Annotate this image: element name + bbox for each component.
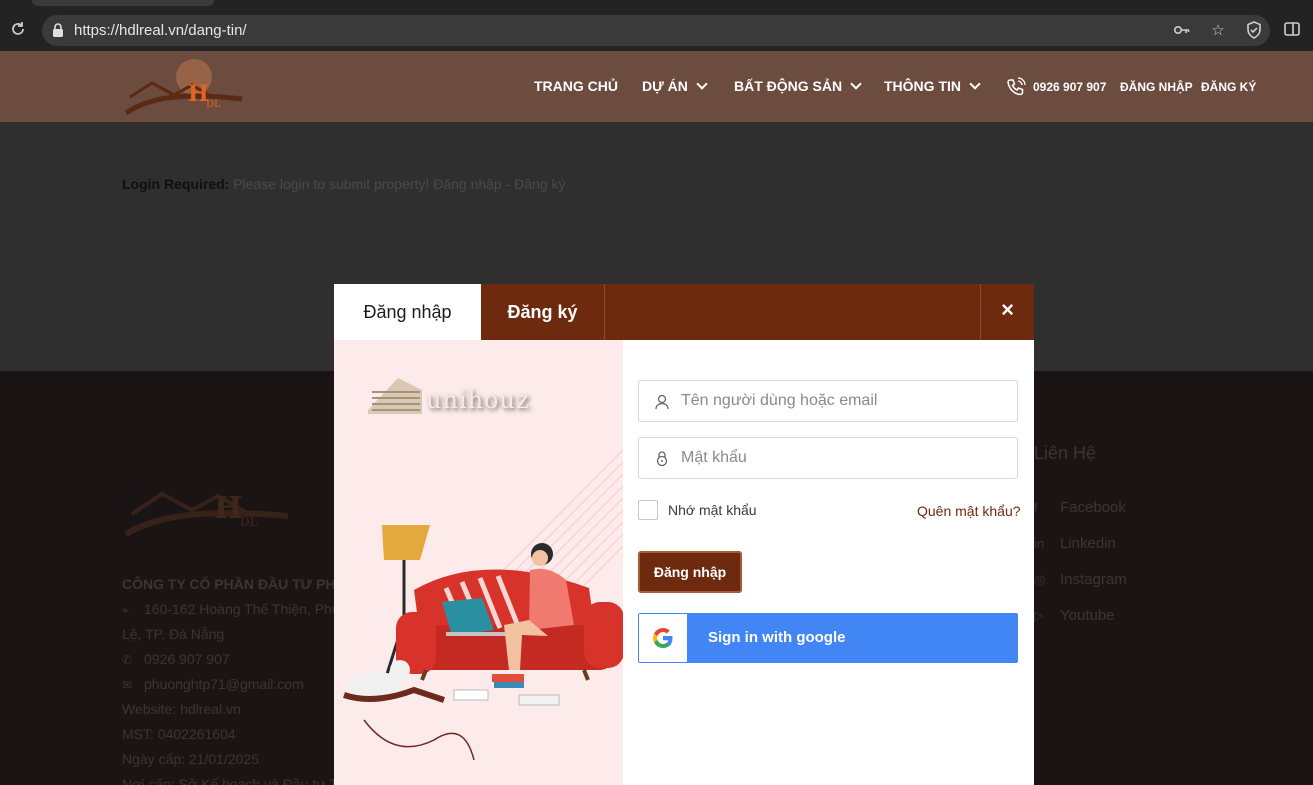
- side-panel-icon[interactable]: [1283, 20, 1303, 40]
- address-bar[interactable]: https://hdlreal.vn/dang-tin/ ☆: [42, 15, 1270, 46]
- svg-text:DL: DL: [240, 515, 258, 529]
- footer-link-facebook[interactable]: f Facebook: [1034, 499, 1126, 516]
- password-field[interactable]: [638, 437, 1018, 479]
- footer-company-name: CÔNG TY CỔ PHẦN ĐẦU TƯ PH: [122, 576, 336, 592]
- login-modal: Đăng nhập Đăng ký × unihouz Tên người dù…: [334, 284, 1034, 785]
- footer-link-youtube[interactable]: ▷ Youtube: [1034, 607, 1115, 624]
- close-button[interactable]: ×: [980, 284, 1034, 340]
- url-text[interactable]: https://hdlreal.vn/dang-tin/: [74, 22, 247, 39]
- footer-issuer: Nơi cấp: Sở Kế hoạch và Đầu tư T: [122, 776, 338, 785]
- nav-real-estate-label: BẤT ĐỘNG SẢN: [734, 78, 843, 94]
- location-pin-icon: ⌖: [122, 603, 129, 617]
- key-icon[interactable]: [1172, 21, 1192, 41]
- modal-illustration-panel: unihouz: [334, 340, 623, 785]
- footer-address: ⌖ 160-162 Hoàng Thế Thiện, Phư: [122, 601, 341, 618]
- illustration-image: [343, 449, 623, 761]
- youtube-label: Youtube: [1060, 607, 1115, 624]
- login-required-label: Login Required:: [122, 176, 230, 192]
- instagram-label: Instagram: [1060, 571, 1127, 588]
- login-required-text: Please login to submit property! Đăng nh…: [229, 176, 566, 192]
- svg-text:DL: DL: [206, 99, 221, 110]
- chevron-down-icon: [850, 78, 862, 90]
- facebook-icon: f: [1034, 500, 1038, 515]
- tab-login[interactable]: Đăng nhập: [334, 284, 481, 340]
- lock-icon: [656, 451, 668, 467]
- reload-icon[interactable]: [8, 20, 28, 40]
- remember-label: Nhớ mật khẩu: [668, 502, 757, 518]
- nav-phone[interactable]: 0926 907 907: [1033, 80, 1106, 94]
- site-logo[interactable]: H DL: [122, 55, 247, 117]
- username-field[interactable]: [638, 380, 1018, 422]
- user-icon: [655, 394, 669, 410]
- footer-link-linkedin[interactable]: in Linkedin: [1034, 535, 1116, 552]
- footer-email-address: phuonghtp71@gmail.com: [144, 676, 304, 692]
- footer-address-line-1: 160-162 Hoàng Thế Thiện, Phư: [144, 601, 342, 617]
- login-required-notice: Login Required: Please login to submit p…: [122, 176, 566, 192]
- phone-icon: [1007, 77, 1026, 96]
- youtube-icon: ▷: [1034, 608, 1044, 623]
- chevron-down-icon: [696, 78, 708, 90]
- footer-website: Website: hdlreal.vn: [122, 701, 241, 717]
- svg-text:H: H: [214, 491, 242, 526]
- chevron-down-icon: [969, 78, 981, 90]
- lock-icon[interactable]: [52, 23, 64, 38]
- forgot-password-link[interactable]: Quên mật khẩu?: [917, 503, 1021, 519]
- footer-phone: ✆ 0926 907 907: [122, 651, 230, 667]
- google-icon-box: [639, 614, 687, 662]
- nav-register[interactable]: ĐĂNG KÝ: [1201, 80, 1256, 94]
- footer-logo: H DL: [124, 491, 289, 537]
- nav-login[interactable]: ĐĂNG NHẬP: [1120, 80, 1193, 94]
- nav-projects[interactable]: DỰ ÁN: [642, 78, 708, 94]
- remember-checkbox[interactable]: [638, 500, 658, 520]
- shield-icon[interactable]: [1244, 21, 1264, 41]
- nav-info[interactable]: THÔNG TIN: [884, 78, 981, 94]
- login-button[interactable]: Đăng nhập: [638, 551, 742, 593]
- footer-contact-title: Liên Hệ: [1034, 443, 1097, 463]
- footer-issue-date: Ngày cấp: 21/01/2025: [122, 751, 259, 767]
- google-signin-label: Sign in with google: [708, 629, 846, 646]
- footer-tax-id: MST: 0402261604: [122, 726, 236, 742]
- close-icon: ×: [1001, 297, 1014, 322]
- mail-icon: ✉: [122, 678, 133, 692]
- footer-address-line-2: Lệ, TP. Đà Nẵng: [122, 626, 225, 642]
- linkedin-icon: in: [1034, 536, 1045, 551]
- browser-toolbar: https://hdlreal.vn/dang-tin/ ☆: [0, 0, 1313, 51]
- tab-register[interactable]: Đăng ký: [481, 284, 605, 340]
- password-input[interactable]: [681, 438, 1011, 478]
- footer-link-instagram[interactable]: ◎ Instagram: [1034, 571, 1127, 588]
- google-signin-button[interactable]: Sign in with google: [638, 613, 1018, 663]
- nav-projects-label: DỰ ÁN: [642, 78, 688, 94]
- linkedin-label: Linkedin: [1060, 535, 1116, 552]
- remember-me[interactable]: Nhớ mật khẩu: [638, 500, 757, 520]
- footer-phone-number: 0926 907 907: [144, 651, 230, 667]
- footer-email: ✉ phuonghtp71@gmail.com: [122, 676, 304, 692]
- phone-icon: ✆: [122, 653, 133, 667]
- nav-real-estate[interactable]: BẤT ĐỘNG SẢN: [734, 78, 862, 94]
- nav-home[interactable]: TRANG CHỦ: [534, 78, 618, 94]
- instagram-icon: ◎: [1034, 572, 1046, 587]
- star-icon[interactable]: ☆: [1208, 21, 1228, 41]
- modal-tab-bar: Đăng nhập Đăng ký ×: [334, 284, 1034, 340]
- username-input[interactable]: [681, 381, 1011, 421]
- browser-tab[interactable]: [32, 0, 214, 6]
- facebook-label: Facebook: [1060, 499, 1126, 516]
- google-icon: [653, 628, 673, 648]
- nav-info-label: THÔNG TIN: [884, 78, 961, 94]
- site-header: H DL TRANG CHỦ DỰ ÁN BẤT ĐỘNG SẢN THÔNG …: [0, 51, 1313, 122]
